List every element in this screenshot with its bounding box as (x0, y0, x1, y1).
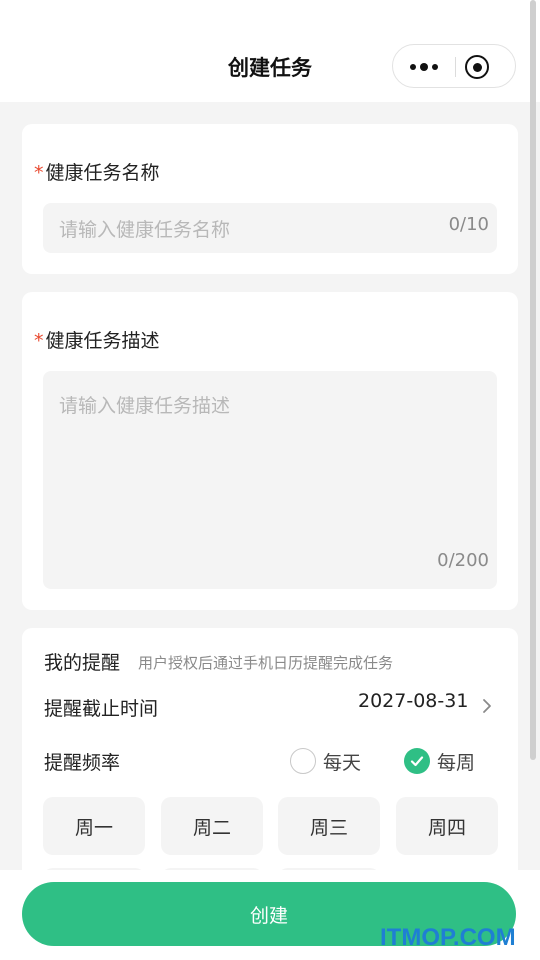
check-icon (410, 756, 424, 767)
task-name-placeholder: 请输入健康任务名称 (59, 219, 231, 241)
radio-weekly-label[interactable]: 每周 (437, 748, 475, 775)
required-mark: * (34, 162, 44, 184)
task-name-input[interactable]: 请输入健康任务名称 0/10 (43, 203, 497, 253)
footer-bar: 创建 ITMOP.COM (0, 870, 540, 960)
radio-daily-label[interactable]: 每天 (323, 748, 361, 775)
reminder-title: 我的提醒 (44, 652, 121, 674)
radio-weekly[interactable] (404, 748, 430, 774)
task-desc-card: * 健康任务描述 请输入健康任务描述 0/200 (22, 292, 518, 610)
task-desc-counter: 0/200 (437, 550, 489, 571)
scrollbar[interactable] (530, 0, 536, 760)
radio-daily[interactable] (290, 748, 316, 774)
deadline-label: 提醒截止时间 (44, 698, 159, 720)
miniprogram-capsule (392, 44, 516, 88)
capsule-divider (455, 57, 456, 77)
weekday-thu[interactable]: 周四 (396, 797, 498, 855)
reminder-card: 我的提醒 用户授权后通过手机日历提醒完成任务 提醒截止时间 2027-08-31… (22, 628, 518, 888)
task-name-card: * 健康任务名称 请输入健康任务名称 0/10 (22, 124, 518, 274)
reminder-subtitle: 用户授权后通过手机日历提醒完成任务 (138, 654, 394, 672)
task-name-counter: 0/10 (448, 214, 489, 235)
task-desc-textarea[interactable]: 请输入健康任务描述 0/200 (43, 371, 497, 589)
task-name-label: * 健康任务名称 (34, 162, 160, 184)
more-dots-icon[interactable] (393, 45, 455, 89)
weekday-tue[interactable]: 周二 (161, 797, 263, 855)
navigation-bar: 创建任务 (0, 0, 540, 102)
frequency-label: 提醒频率 (44, 752, 121, 774)
weekday-mon[interactable]: 周一 (43, 797, 145, 855)
task-desc-label: * 健康任务描述 (34, 330, 160, 352)
required-mark: * (34, 330, 44, 352)
watermark-logo: ITMOP.COM (380, 924, 516, 951)
capsule-close-icon[interactable] (465, 55, 489, 79)
deadline-value[interactable]: 2027-08-31 (358, 690, 468, 712)
weekday-wed[interactable]: 周三 (278, 797, 380, 855)
chevron-right-icon[interactable] (481, 698, 493, 714)
task-desc-placeholder: 请输入健康任务描述 (59, 395, 231, 417)
